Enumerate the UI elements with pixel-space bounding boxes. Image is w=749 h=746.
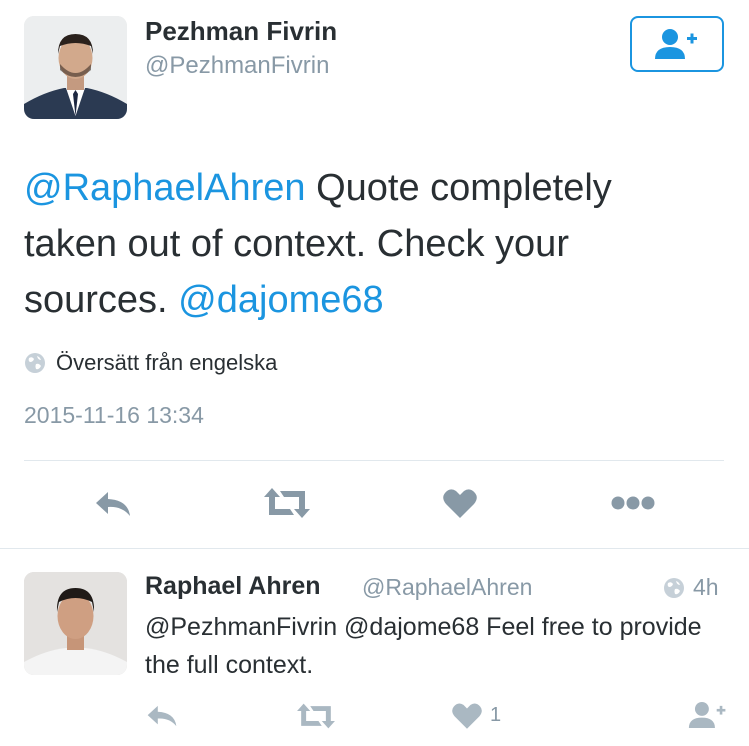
reply-time: 4h	[663, 574, 719, 601]
more-button[interactable]	[610, 490, 656, 516]
add-user-icon	[688, 701, 726, 729]
translate-label: Översätt från engelska	[56, 350, 278, 375]
reply-follow-button[interactable]	[688, 700, 728, 730]
reply-avatar-image	[24, 572, 127, 675]
translate-link[interactable]: Översätt från engelska	[24, 350, 277, 376]
reply-author-handle[interactable]: @RaphaelAhren	[362, 574, 532, 601]
reply-reply-button[interactable]	[146, 704, 178, 728]
reply-icon	[147, 705, 177, 727]
mention-link[interactable]: @dajome68	[178, 279, 383, 321]
reply-time-label: 4h	[693, 574, 719, 600]
mention-link[interactable]: @RaphaelAhren	[24, 167, 306, 209]
like-button[interactable]	[440, 484, 480, 522]
heart-icon	[443, 489, 477, 518]
retweet-icon	[264, 488, 310, 518]
follow-button[interactable]	[630, 16, 724, 72]
reply-icon	[96, 492, 130, 516]
author-avatar[interactable]	[24, 16, 127, 119]
divider	[0, 548, 749, 549]
author-handle[interactable]: @PezhmanFivrin	[145, 52, 329, 80]
reply-like-button[interactable]: 1	[452, 702, 501, 729]
reply-author-name[interactable]: Raphael Ahren	[145, 572, 321, 601]
reply-author-avatar[interactable]	[24, 572, 127, 675]
reply-retweet-button[interactable]	[297, 702, 335, 730]
heart-icon	[452, 703, 482, 729]
globe-icon	[25, 353, 45, 373]
globe-icon	[664, 577, 684, 598]
add-user-icon	[655, 29, 697, 59]
reply-text: @PezhmanFivrin @dajome68 Feel free to pr…	[145, 613, 702, 679]
more-icon	[611, 496, 655, 510]
divider	[24, 460, 724, 461]
like-count: 1	[490, 704, 502, 726]
tweet-timestamp: 2015-11-16 13:34	[24, 402, 204, 428]
reply-button[interactable]	[90, 484, 136, 524]
retweet-icon	[297, 703, 335, 729]
retweet-button[interactable]	[262, 482, 312, 524]
tweet-text: @RaphaelAhren Quote completely taken out…	[24, 160, 704, 328]
author-name[interactable]: Pezhman Fivrin	[145, 16, 337, 47]
author-avatar-image	[24, 16, 127, 119]
